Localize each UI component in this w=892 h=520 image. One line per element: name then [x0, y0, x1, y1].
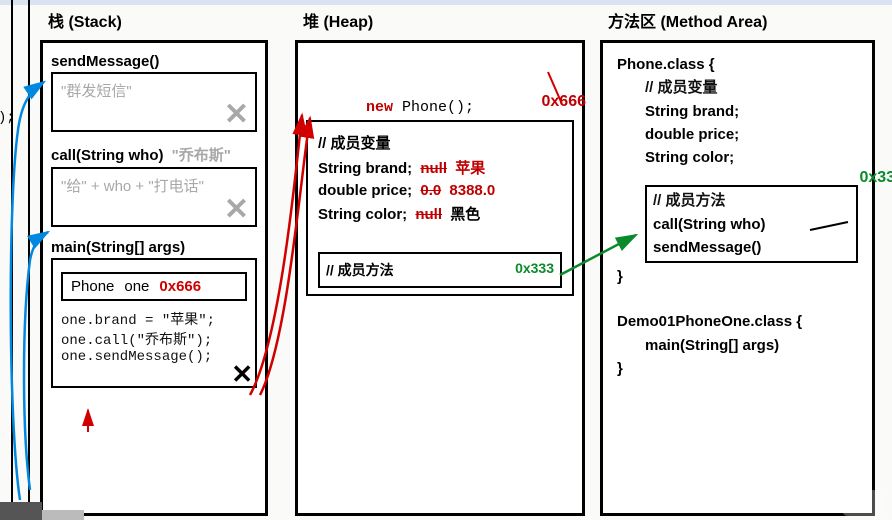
- stack-frame-body: "群发短信": [61, 83, 132, 100]
- watermark-icon: [842, 490, 884, 516]
- divider-line: [11, 0, 13, 510]
- field-old-value: null: [420, 160, 447, 177]
- heap-title: 堆 (Heap): [295, 4, 585, 36]
- stack-frame-body: "给" + who + "打电话": [61, 178, 204, 195]
- field-decl: String brand;: [318, 160, 412, 177]
- stack-title: 栈 (Stack): [40, 4, 268, 36]
- heap-object-address: 0x666: [542, 93, 587, 111]
- class-method: call(String who): [653, 213, 850, 236]
- var-name: one: [124, 278, 149, 295]
- class-header: Demo01PhoneOne.class {: [617, 310, 858, 333]
- class-var: String color;: [645, 146, 858, 169]
- heap-new-expression: new Phone();: [306, 99, 574, 116]
- var-type: Phone: [71, 278, 114, 295]
- method-area-box: Phone.class { // 成员变量 String brand; doub…: [600, 40, 875, 516]
- bottom-bar-segment: [0, 502, 42, 520]
- class-methods-box: 0x333 // 成员方法 call(String who) sendMessa…: [645, 185, 858, 263]
- class-method: main(String[] args): [645, 334, 858, 357]
- stack-frame-call: "给" + who + "打电话" ✕: [51, 167, 257, 227]
- stack-column: 栈 (Stack) sendMessage() "群发短信" ✕ call(St…: [40, 4, 268, 516]
- method-address: 0x333: [515, 260, 554, 280]
- field-decl: double price;: [318, 182, 412, 199]
- class-block-demo: Demo01PhoneOne.class { main(String[] arg…: [617, 310, 858, 380]
- field-old-value: null: [415, 206, 442, 223]
- stack-box: sendMessage() "群发短信" ✕ call(String who) …: [40, 40, 268, 516]
- method-area-title: 方法区 (Method Area): [600, 4, 875, 36]
- member-method-comment: // 成员方法: [326, 260, 394, 280]
- field-new-value: 黑色: [450, 206, 480, 223]
- heap-column: 堆 (Heap) 0x666 new Phone(); // 成员变量 Stri…: [295, 4, 585, 516]
- stack-frame-label-main: main(String[] args): [51, 239, 257, 256]
- close-x-icon: ✕: [224, 192, 249, 227]
- stack-frame-label-call: call(String who) "乔布斯": [51, 144, 257, 165]
- addr-value: 0x333: [860, 169, 892, 186]
- field-decl: String color;: [318, 206, 407, 223]
- class-block-phone: Phone.class { // 成员变量 String brand; doub…: [617, 53, 858, 288]
- stack-frame-call-arg: "乔布斯": [172, 147, 231, 164]
- heap-box: 0x666 new Phone(); // 成员变量 String brand;…: [295, 40, 585, 516]
- heap-object: // 成员变量 String brand; null 苹果 double pri…: [306, 120, 574, 296]
- var-address: 0x666: [159, 278, 201, 295]
- field-new-value: 苹果: [455, 160, 485, 177]
- field-row-color: String color; null 黑色: [318, 203, 562, 224]
- stack-frame-main: Phone one 0x666 one.brand = "苹果"; one.ca…: [51, 258, 257, 388]
- field-row-price: double price; 0.0 8388.0: [318, 182, 562, 199]
- method-area-column: 方法区 (Method Area) Phone.class { // 成员变量 …: [600, 4, 875, 516]
- field-new-value: 8388.0: [449, 182, 495, 199]
- var-comment: // 成员变量: [645, 76, 858, 99]
- class-var: double price;: [645, 123, 858, 146]
- class-close: }: [617, 265, 858, 288]
- field-old-value: 0.0: [420, 182, 441, 199]
- divider-line: [28, 0, 30, 510]
- new-constructor: Phone();: [393, 99, 474, 116]
- stack-frame-sendmessage: "群发短信" ✕: [51, 72, 257, 132]
- close-x-icon: ✕: [224, 97, 249, 132]
- stack-frame-label-sendmessage: sendMessage(): [51, 53, 257, 70]
- stack-frame-call-sig: call(String who): [51, 147, 164, 164]
- heap-method-pointer-box: // 成员方法 0x333: [318, 252, 562, 288]
- class-var: String brand;: [645, 100, 858, 123]
- local-var-row: Phone one 0x666: [61, 272, 247, 301]
- class-header: Phone.class {: [617, 53, 858, 76]
- method-address-tag: 0x333: [860, 169, 892, 187]
- class-close: }: [617, 357, 858, 380]
- method-comment: // 成员方法: [653, 189, 850, 212]
- member-var-comment: // 成员变量: [318, 132, 562, 153]
- class-method: sendMessage(): [653, 236, 850, 259]
- main-code-block: one.brand = "苹果"; one.call("乔布斯"); one.s…: [61, 309, 247, 365]
- new-keyword: new: [366, 99, 393, 116]
- field-row-brand: String brand; null 苹果: [318, 157, 562, 178]
- bottom-bar-segment: [42, 510, 84, 520]
